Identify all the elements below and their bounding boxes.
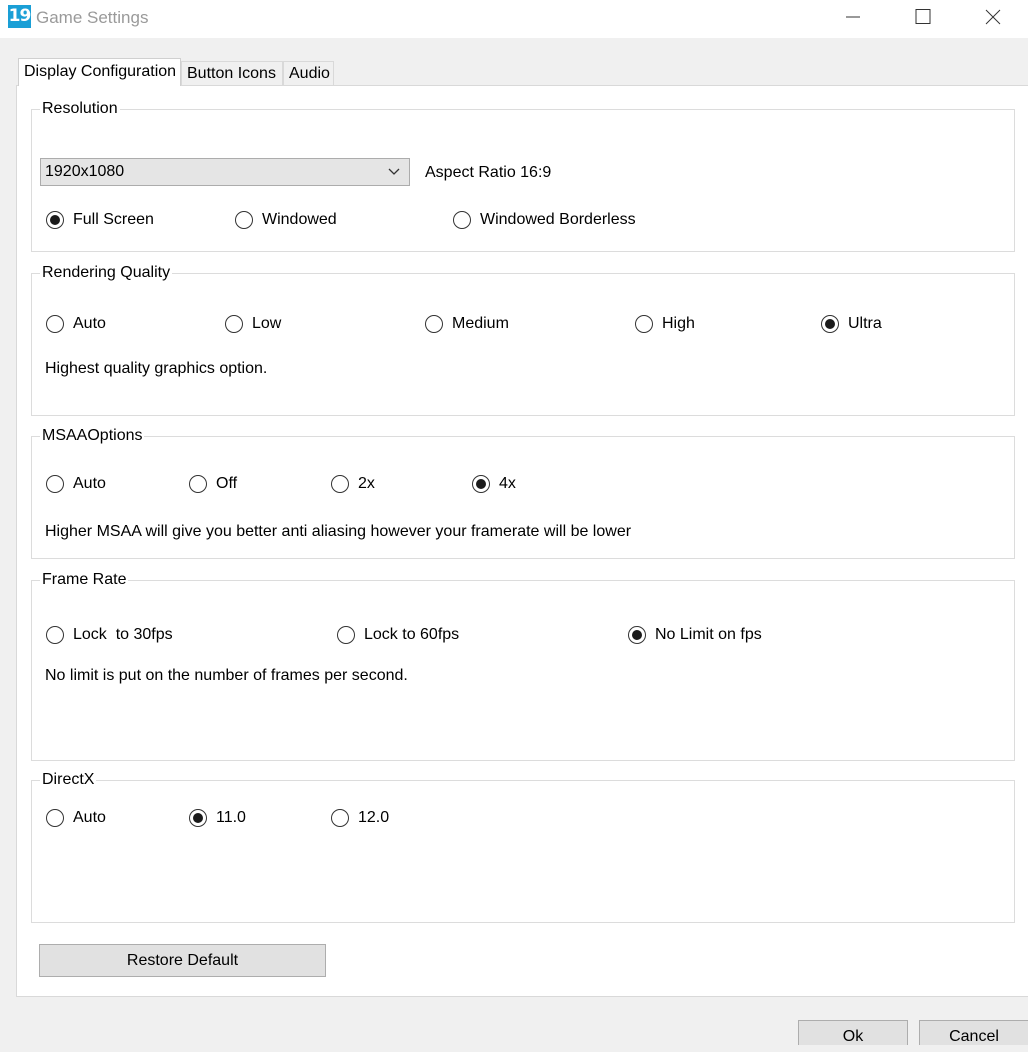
- window-title: Game Settings: [36, 8, 149, 27]
- radio-msaa-auto[interactable]: Auto: [46, 475, 106, 493]
- rendering-quality-group-label: Rendering Quality: [40, 263, 173, 283]
- radio-checked-icon: [628, 626, 646, 644]
- radio-quality-auto[interactable]: Auto: [46, 315, 106, 333]
- maximize-button[interactable]: [888, 0, 958, 34]
- radio-label: 12.0: [358, 809, 390, 826]
- frame-rate-description: No limit is put on the number of frames …: [45, 667, 408, 684]
- radio-directx-12[interactable]: 12.0: [331, 809, 389, 827]
- restore-default-button[interactable]: Restore Default: [39, 944, 326, 977]
- radio-unchecked-icon: [635, 315, 653, 333]
- radio-label: Off: [216, 475, 238, 492]
- maximize-icon: [915, 9, 931, 24]
- msaa-description: Higher MSAA will give you better anti al…: [45, 523, 632, 540]
- radio-label: Medium: [452, 315, 509, 332]
- radio-unchecked-icon: [235, 211, 253, 229]
- radio-label: Low: [252, 315, 282, 332]
- radio-msaa-2x[interactable]: 2x: [331, 475, 375, 493]
- radio-no-limit-fps[interactable]: No Limit on fps: [628, 626, 762, 644]
- radio-label: Lock to 60fps: [364, 626, 460, 643]
- radio-msaa-off[interactable]: Off: [189, 475, 237, 493]
- rendering-quality-description: Highest quality graphics option.: [45, 360, 268, 377]
- tab-display-configuration[interactable]: Display Configuration: [18, 58, 181, 86]
- directx-group-label: DirectX: [40, 770, 97, 790]
- radio-unchecked-icon: [331, 809, 349, 827]
- frame-rate-group-label: Frame Rate: [40, 570, 129, 590]
- radio-unchecked-icon: [337, 626, 355, 644]
- msaa-group-label: MSAAOptions: [40, 426, 145, 446]
- radio-unchecked-icon: [46, 626, 64, 644]
- radio-checked-icon: [189, 809, 207, 827]
- radio-quality-low[interactable]: Low: [225, 315, 281, 333]
- radio-label: High: [662, 315, 695, 332]
- close-icon: [985, 9, 1001, 25]
- radio-checked-icon: [821, 315, 839, 333]
- radio-unchecked-icon: [225, 315, 243, 333]
- radio-label: 11.0: [216, 809, 246, 826]
- radio-label: Auto: [73, 475, 106, 492]
- radio-unchecked-icon: [425, 315, 443, 333]
- resolution-group-label: Resolution: [40, 99, 120, 119]
- radio-unchecked-icon: [331, 475, 349, 493]
- radio-label: 2x: [358, 475, 375, 492]
- radio-quality-medium[interactable]: Medium: [425, 315, 509, 333]
- title-bar: 19 Game Settings: [0, 0, 1028, 38]
- close-button[interactable]: [958, 0, 1028, 34]
- tab-audio[interactable]: Audio: [283, 61, 334, 85]
- msaa-group: MSAAOptions Auto Off 2x 4x Higher MSAA w…: [31, 426, 1015, 559]
- radio-label: 4x: [499, 475, 516, 492]
- radio-quality-high[interactable]: High: [635, 315, 695, 333]
- radio-windowed-borderless[interactable]: Windowed Borderless: [453, 211, 636, 229]
- radio-checked-icon: [472, 475, 490, 493]
- radio-label: Windowed: [262, 211, 337, 228]
- radio-label: Auto: [73, 315, 106, 332]
- display-configuration-panel: Resolution 1920x1080 Aspect Ratio 16:9 F…: [16, 85, 1028, 997]
- radio-unchecked-icon: [46, 475, 64, 493]
- radio-label: Windowed Borderless: [480, 211, 636, 228]
- radio-full-screen[interactable]: Full Screen: [46, 211, 154, 229]
- radio-lock-60fps[interactable]: Lock to 60fps: [337, 626, 459, 644]
- resolution-dropdown[interactable]: 1920x1080: [40, 158, 410, 186]
- resolution-group: Resolution 1920x1080 Aspect Ratio 16:9 F…: [31, 99, 1015, 252]
- radio-windowed[interactable]: Windowed: [235, 211, 337, 229]
- rendering-quality-group: Rendering Quality Auto Low Medium High U…: [31, 263, 1015, 416]
- resolution-selected: 1920x1080: [45, 163, 125, 180]
- radio-label: Ultra: [848, 315, 882, 332]
- radio-quality-ultra[interactable]: Ultra: [821, 315, 882, 333]
- minimize-button[interactable]: [818, 0, 888, 34]
- tab-button-icons[interactable]: Button Icons: [181, 61, 283, 85]
- minimize-icon: [846, 16, 860, 18]
- radio-label: Lock to 30fps: [73, 626, 173, 643]
- cancel-button[interactable]: Cancel: [919, 1020, 1028, 1045]
- directx-group: DirectX Auto 11.0 12.0: [31, 770, 1015, 923]
- radio-directx-11[interactable]: 11.0: [189, 809, 246, 827]
- aspect-ratio-label: Aspect Ratio 16:9: [425, 164, 552, 181]
- radio-directx-auto[interactable]: Auto: [46, 809, 106, 827]
- chevron-down-icon: [388, 168, 400, 175]
- frame-rate-group: Frame Rate Lock to 30fps Lock to 60fps N…: [31, 570, 1015, 761]
- radio-unchecked-icon: [46, 809, 64, 827]
- radio-label: Auto: [73, 809, 106, 826]
- radio-checked-icon: [46, 211, 64, 229]
- app-icon: 19: [8, 5, 31, 28]
- radio-unchecked-icon: [46, 315, 64, 333]
- ok-button[interactable]: Ok: [798, 1020, 908, 1045]
- radio-lock-30fps[interactable]: Lock to 30fps: [46, 626, 173, 644]
- radio-label: No Limit on fps: [655, 626, 762, 643]
- radio-unchecked-icon: [189, 475, 207, 493]
- radio-msaa-4x[interactable]: 4x: [472, 475, 516, 493]
- radio-label: Full Screen: [73, 211, 154, 228]
- radio-unchecked-icon: [453, 211, 471, 229]
